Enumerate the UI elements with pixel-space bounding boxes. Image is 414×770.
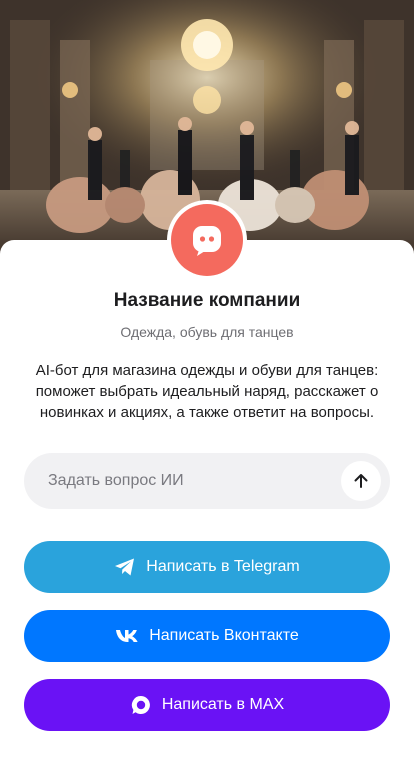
vk-button[interactable]: Написать Вконтакте bbox=[24, 610, 390, 662]
company-category: Одежда, обувь для танцев bbox=[120, 324, 294, 340]
send-button[interactable] bbox=[341, 461, 381, 501]
company-description: AI-бот для магазина одежды и обуви для т… bbox=[35, 362, 379, 421]
vk-icon bbox=[115, 629, 139, 643]
vk-button-label: Написать Вконтакте bbox=[149, 627, 299, 644]
telegram-button-label: Написать в Telegram bbox=[146, 558, 300, 575]
telegram-button[interactable]: Написать в Telegram bbox=[24, 541, 390, 593]
max-button[interactable]: Написать в MAX bbox=[24, 679, 390, 731]
avatar bbox=[167, 200, 247, 280]
max-icon bbox=[130, 694, 152, 716]
ask-ai-input[interactable] bbox=[48, 472, 341, 490]
arrow-up-icon bbox=[354, 474, 368, 488]
max-button-label: Написать в MAX bbox=[161, 696, 285, 713]
ask-ai-field bbox=[24, 453, 390, 509]
telegram-icon bbox=[114, 557, 136, 577]
chat-bot-icon bbox=[171, 204, 243, 276]
company-name: Название компании bbox=[113, 290, 301, 311]
